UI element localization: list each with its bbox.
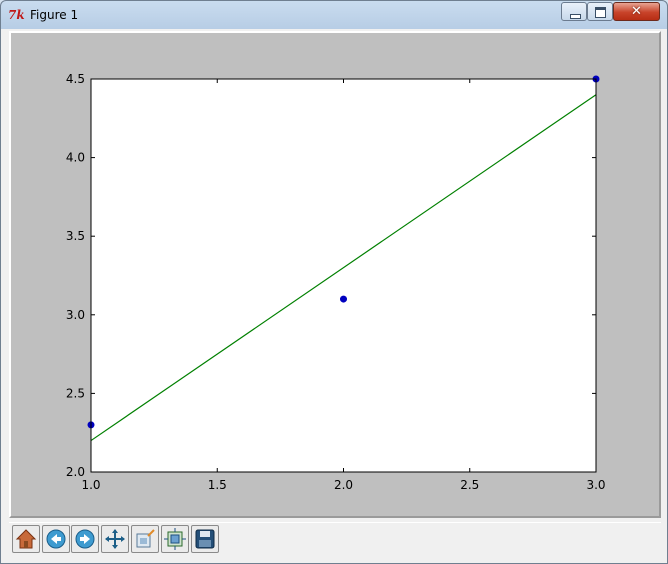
y-tick-label: 2.5 [66,386,85,400]
x-tick-label: 1.0 [81,478,100,492]
close-icon: ✕ [631,4,642,19]
zoom-button[interactable] [131,525,159,553]
back-arrow-icon [46,529,66,549]
y-tick-label: 4.0 [66,151,85,165]
figure-window: 7k Figure 1 ✕ 1.0 1.5 2.0 2.5 3.0 2.0 2.5 3.0 3.… [0,0,668,564]
forward-button[interactable] [71,525,99,553]
y-tick-label: 2.0 [66,465,85,479]
save-button[interactable] [191,525,219,553]
tk-icon: 7k [8,8,25,22]
x-tick-label: 2.0 [334,478,353,492]
back-button[interactable] [42,525,70,553]
y-tick-label: 4.5 [66,72,85,86]
x-tick-label: 1.5 [208,478,227,492]
data-point [340,295,347,303]
x-tick-label: 2.5 [460,478,479,492]
y-tick-label: 3.0 [66,308,85,322]
subplots-icon [164,528,186,550]
subplots-button[interactable] [161,525,189,553]
close-button[interactable]: ✕ [613,2,660,21]
x-tick-label: 3.0 [586,478,605,492]
forward-arrow-icon [75,529,95,549]
maximize-icon [595,7,606,18]
home-icon [15,529,37,549]
title-bar[interactable]: 7k Figure 1 ✕ [1,1,667,29]
navigation-toolbar [9,522,661,559]
minimize-button[interactable] [561,2,587,21]
floppy-disk-icon [195,529,215,549]
home-button[interactable] [12,525,40,553]
plot-area [91,79,596,472]
y-tick-label: 3.5 [66,229,85,243]
minimize-icon [570,14,581,19]
figure-canvas[interactable]: 1.0 1.5 2.0 2.5 3.0 2.0 2.5 3.0 3.5 4.0 4.5 [9,31,661,518]
pan-button[interactable] [101,525,129,553]
maximize-button[interactable] [587,2,613,21]
zoom-rect-icon [136,529,155,548]
plot-svg: 1.0 1.5 2.0 2.5 3.0 2.0 2.5 3.0 3.5 4.0 4.5 [66,72,606,492]
move-arrows-icon [105,529,125,549]
window-title: Figure 1 [30,8,79,22]
